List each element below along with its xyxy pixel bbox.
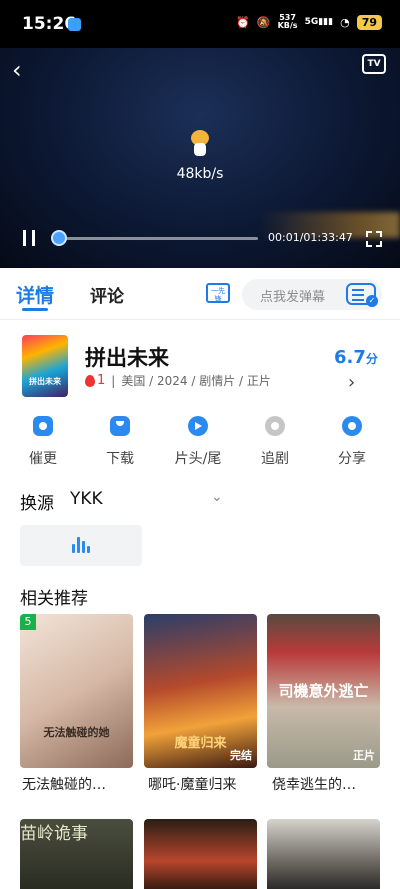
chevron-right-icon[interactable]: ›	[348, 372, 355, 393]
heat-icon	[85, 374, 95, 387]
cellular-signal-icon: 5G▮▮▮	[304, 17, 334, 27]
rec-card[interactable]: 魔童归来 完结	[144, 614, 257, 768]
back-arrow-icon[interactable]: ‹	[12, 56, 22, 84]
home-update-icon	[33, 416, 53, 436]
action-urge[interactable]: 催更	[13, 416, 73, 468]
movie-poster: 拼出未来	[22, 335, 68, 397]
action-share[interactable]: 分享	[322, 416, 382, 468]
battery-indicator: 79	[356, 14, 382, 30]
action-label: 下载	[106, 451, 134, 467]
movie-poster-title: 拼出未来	[29, 377, 61, 386]
score-unit: 分	[365, 352, 378, 366]
progress-handle[interactable]	[51, 230, 67, 246]
tab-comment[interactable]: 评论	[90, 282, 124, 307]
movie-score: 6.7分	[334, 347, 378, 368]
movie-meta: 1 | 美国 / 2024 / 剧情片 / 正片	[85, 372, 271, 389]
notification-app-icon	[68, 18, 81, 31]
rec-status-tag: 正片	[353, 749, 375, 762]
wifi-icon: ◔	[340, 15, 350, 29]
action-follow[interactable]: 追剧	[245, 416, 305, 468]
alarm-icon: ⏰	[236, 15, 250, 29]
mute-icon: 🔕	[256, 15, 271, 29]
episode-chip[interactable]	[20, 525, 142, 566]
recommendations-title: 相关推荐	[20, 589, 88, 609]
net-speed: 537 KB/s	[278, 14, 298, 30]
cast-tv-icon[interactable]: TV	[362, 54, 386, 74]
rec-card[interactable]: 司機意外逃亡 正片	[267, 614, 380, 768]
source-label: 换源	[20, 494, 54, 514]
video-player[interactable]: ‹ TV 48kb/s 00:01/01:33:47	[0, 48, 400, 268]
danmu-settings-icon[interactable]	[346, 283, 378, 307]
action-label: 分享	[338, 451, 366, 467]
detail-tab-bar: 详情 评论 一先锋 点我发弹幕	[0, 268, 400, 320]
pause-icon[interactable]	[22, 230, 36, 246]
net-speed-unit: KB/s	[277, 21, 298, 30]
status-right-group: ⏰ 🔕 537 KB/s 5G▮▮▮ ◔ 79	[236, 14, 382, 30]
playback-time: 00:01/01:33:47	[268, 231, 353, 244]
rank-badge: 5	[20, 614, 36, 630]
score-value: 6.7	[334, 347, 366, 368]
action-label: 催更	[29, 451, 57, 467]
rec-card[interactable]: 苗岭诡事	[20, 819, 133, 889]
tab-detail[interactable]: 详情	[16, 281, 54, 308]
progress-track[interactable]	[58, 237, 258, 240]
rec-card[interactable]	[144, 819, 257, 889]
action-label: 追剧	[261, 451, 289, 467]
rec-caption[interactable]: 哪吒·魔童归来	[148, 774, 261, 794]
play-skip-icon	[188, 416, 208, 436]
movie-meta-text: 美国 / 2024 / 剧情片 / 正片	[121, 374, 271, 388]
rec-poster-text: 司機意外逃亡	[278, 682, 369, 700]
rec-caption[interactable]: 无法触碰的…	[22, 774, 135, 794]
danmu-placeholder: 点我发弹幕	[260, 290, 326, 305]
rec-caption[interactable]: 侥幸逃生的…	[272, 774, 385, 794]
tab-active-indicator	[22, 308, 48, 311]
movie-title: 拼出未来	[85, 346, 169, 370]
rec-status-tag: 完结	[230, 749, 252, 762]
rec-poster-text: 苗岭诡事	[20, 824, 88, 844]
rec-card[interactable]: 5 无法触碰的她	[20, 614, 133, 768]
danmu-toggle-icon[interactable]: 一先锋	[206, 283, 230, 303]
action-download[interactable]: 下载	[90, 416, 150, 468]
loading-mascot-icon	[190, 130, 210, 156]
rec-card[interactable]	[267, 819, 380, 889]
action-skip-intro[interactable]: 片头/尾	[168, 416, 228, 468]
source-select[interactable]: YKK	[70, 489, 103, 509]
network-type: 5G	[304, 17, 319, 27]
rec-poster-text: 无法触碰的她	[43, 726, 110, 739]
action-row: 催更 下载 片头/尾 追剧 分享	[0, 416, 400, 472]
download-icon	[110, 416, 130, 436]
meta-divider: |	[111, 373, 116, 388]
heart-icon	[265, 416, 285, 436]
playing-bars-icon	[72, 537, 92, 553]
status-bar: 15:26 ⏰ 🔕 537 KB/s 5G▮▮▮ ◔ 79	[0, 0, 400, 48]
heat-count: 1	[97, 373, 106, 388]
buffering-speed: 48kb/s	[176, 166, 224, 182]
share-icon	[342, 416, 362, 436]
chevron-down-icon[interactable]: ⌄	[211, 489, 223, 505]
fullscreen-icon[interactable]	[366, 231, 382, 247]
action-label: 片头/尾	[174, 451, 222, 467]
